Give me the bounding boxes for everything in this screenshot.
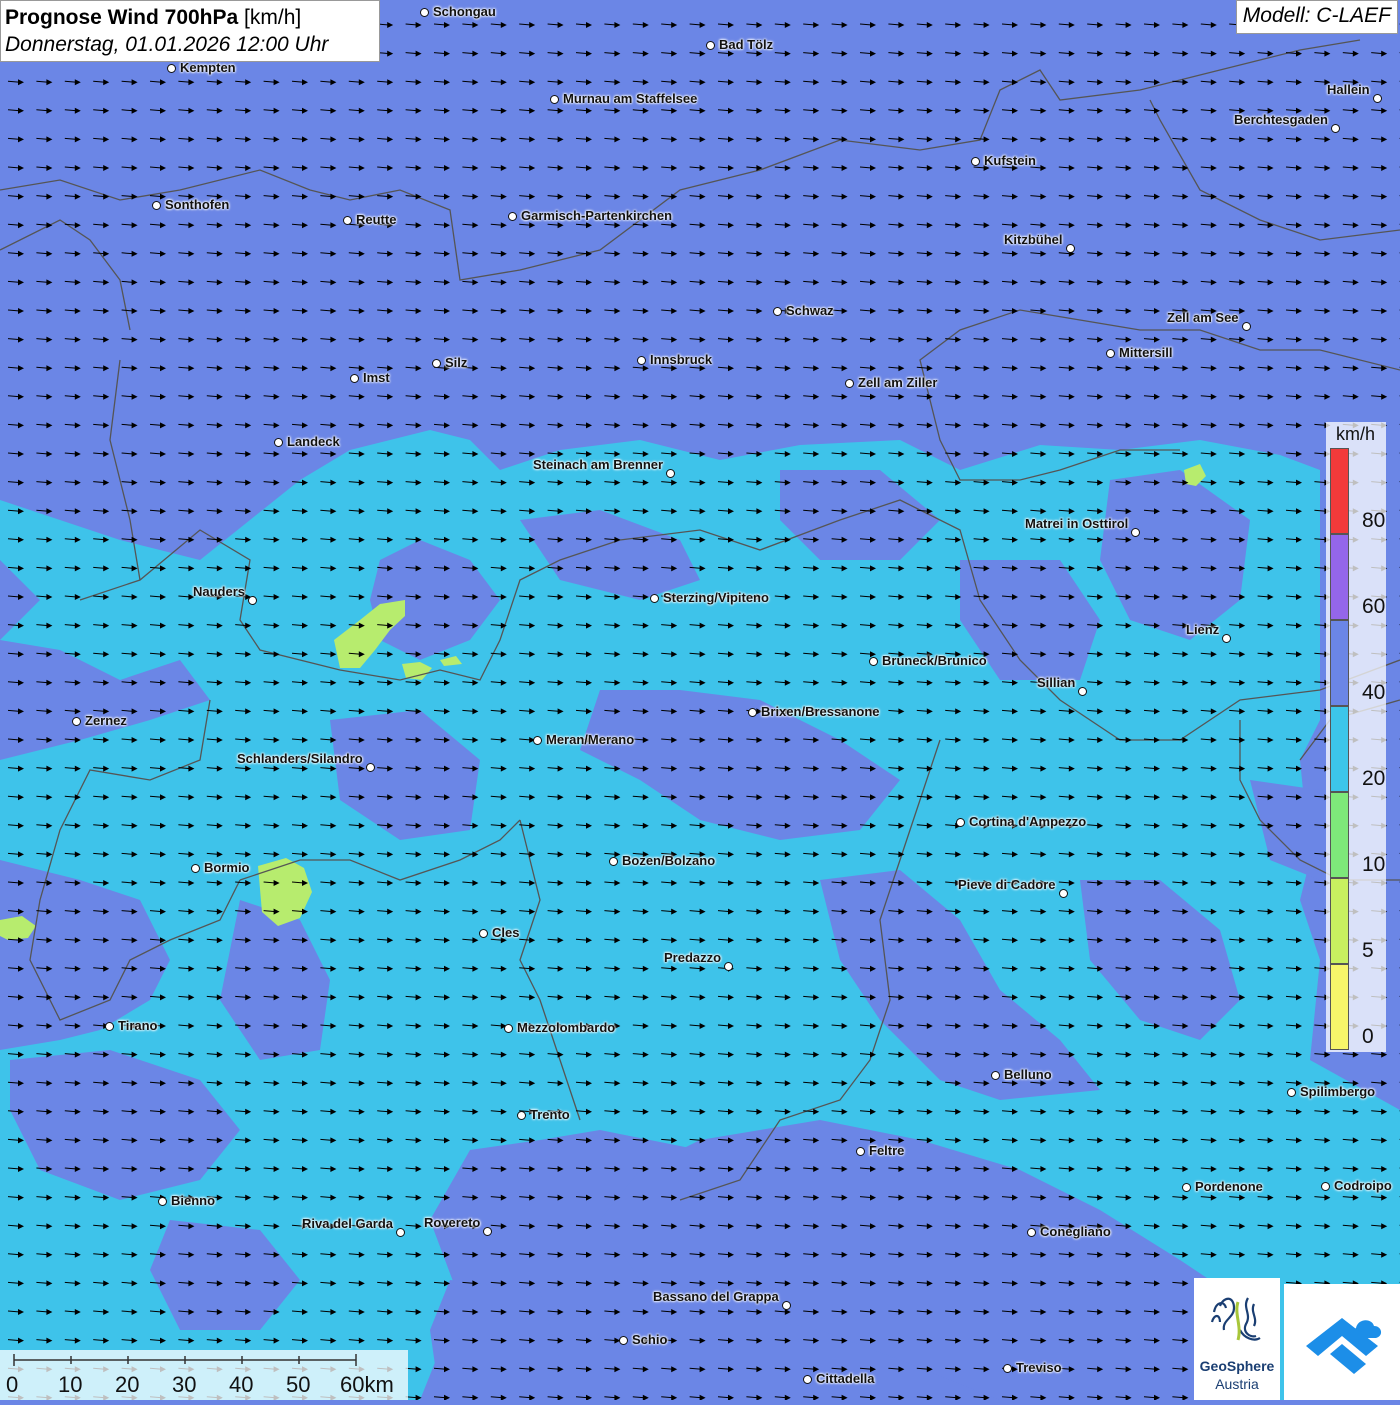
city-label: Zernez	[85, 713, 127, 728]
city-marker	[274, 438, 283, 447]
city-marker	[1182, 1183, 1191, 1192]
forecast-date: Donnerstag, 01.01.2026 12:00 Uhr	[5, 31, 375, 58]
city-marker	[105, 1022, 114, 1031]
city-label: Matrei in Osttirol	[1025, 516, 1128, 531]
city-label: Nauders	[193, 584, 245, 599]
city-marker	[343, 216, 352, 225]
city-label: Hallein	[1327, 82, 1370, 97]
city-marker	[856, 1147, 865, 1156]
map-title: Prognose Wind 700hPa [km/h] Donnerstag, …	[0, 0, 380, 62]
city-label: Predazzo	[664, 950, 721, 965]
city-label: Kempten	[180, 60, 236, 75]
city-label: Pordenone	[1195, 1179, 1263, 1194]
city-label: Reutte	[356, 212, 396, 227]
city-label: Belluno	[1004, 1067, 1052, 1082]
city-label: Schwaz	[786, 303, 834, 318]
city-marker	[1331, 124, 1340, 133]
city-marker	[420, 8, 429, 17]
city-marker	[152, 201, 161, 210]
city-marker	[432, 359, 441, 368]
city-label: Sonthofen	[165, 197, 229, 212]
city-label: Bad Tölz	[719, 37, 773, 52]
city-marker	[971, 157, 980, 166]
city-marker	[1059, 889, 1068, 898]
city-label: Kitzbühel	[1004, 232, 1063, 247]
city-label: Berchtesgaden	[1234, 112, 1328, 127]
city-marker	[517, 1111, 526, 1120]
city-label: Pieve di Cadore	[958, 877, 1056, 892]
city-marker	[350, 374, 359, 383]
city-label: Tirano	[118, 1018, 158, 1033]
city-marker	[1131, 528, 1140, 537]
city-label: Kufstein	[984, 153, 1036, 168]
city-marker	[1222, 634, 1231, 643]
city-marker	[609, 857, 618, 866]
city-label: Spilimbergo	[1300, 1084, 1375, 1099]
city-marker	[724, 962, 733, 971]
city-marker	[748, 708, 757, 717]
city-marker	[991, 1071, 1000, 1080]
city-marker	[72, 717, 81, 726]
city-label: Garmisch-Partenkirchen	[521, 208, 672, 223]
city-label: Sillian	[1037, 675, 1075, 690]
city-marker	[550, 95, 559, 104]
city-marker	[1373, 94, 1382, 103]
city-label: Silz	[445, 355, 467, 370]
city-label: Mittersill	[1119, 345, 1172, 360]
city-label: Murnau am Staffelsee	[563, 91, 697, 106]
city-marker	[650, 594, 659, 603]
city-label: Innsbruck	[650, 352, 712, 367]
city-marker	[533, 736, 542, 745]
city-label: Feltre	[869, 1143, 904, 1158]
city-label: Schongau	[433, 4, 496, 19]
city-marker	[666, 469, 675, 478]
city-marker	[1066, 244, 1075, 253]
city-marker	[706, 41, 715, 50]
city-marker	[1078, 687, 1087, 696]
city-marker	[366, 763, 375, 772]
city-label: Imst	[363, 370, 390, 385]
city-label: Zell am Ziller	[858, 375, 937, 390]
city-marker	[637, 356, 646, 365]
city-label: Mezzolombardo	[517, 1020, 615, 1035]
city-marker	[504, 1024, 513, 1033]
city-label: Sterzing/Vipiteno	[663, 590, 769, 605]
city-label: Landeck	[287, 434, 340, 449]
model-label: Modell: C-LAEF	[1236, 0, 1398, 34]
city-marker	[773, 307, 782, 316]
city-label: Cles	[492, 925, 519, 940]
city-label: Bruneck/Brunico	[882, 653, 987, 668]
city-marker	[508, 212, 517, 221]
city-label: Bormio	[204, 860, 250, 875]
title-unit: [km/h]	[238, 6, 301, 29]
title-main: Prognose Wind 700hPa [km/h]	[5, 4, 375, 31]
city-label: Steinach am Brenner	[533, 457, 663, 472]
city-marker	[869, 657, 878, 666]
city-label: Lienz	[1186, 622, 1219, 637]
city-label: Trento	[530, 1107, 570, 1122]
city-label: Meran/Merano	[546, 732, 634, 747]
city-label: Brixen/Bressanone	[761, 704, 880, 719]
city-label: Bozen/Bolzano	[622, 853, 715, 868]
title-bold: Prognose Wind 700hPa	[5, 6, 238, 29]
city-label: Zell am See	[1167, 310, 1239, 325]
city-marker	[248, 596, 257, 605]
city-marker	[1321, 1182, 1330, 1191]
city-marker	[1287, 1088, 1296, 1097]
city-marker	[956, 818, 965, 827]
city-marker	[1106, 349, 1115, 358]
city-marker	[479, 929, 488, 938]
city-label: Schlanders/Silandro	[237, 751, 363, 766]
city-marker	[1242, 322, 1251, 331]
city-label: Cortina d'Ampezzo	[969, 814, 1086, 829]
city-marker	[167, 64, 176, 73]
city-marker	[845, 379, 854, 388]
city-marker	[191, 864, 200, 873]
